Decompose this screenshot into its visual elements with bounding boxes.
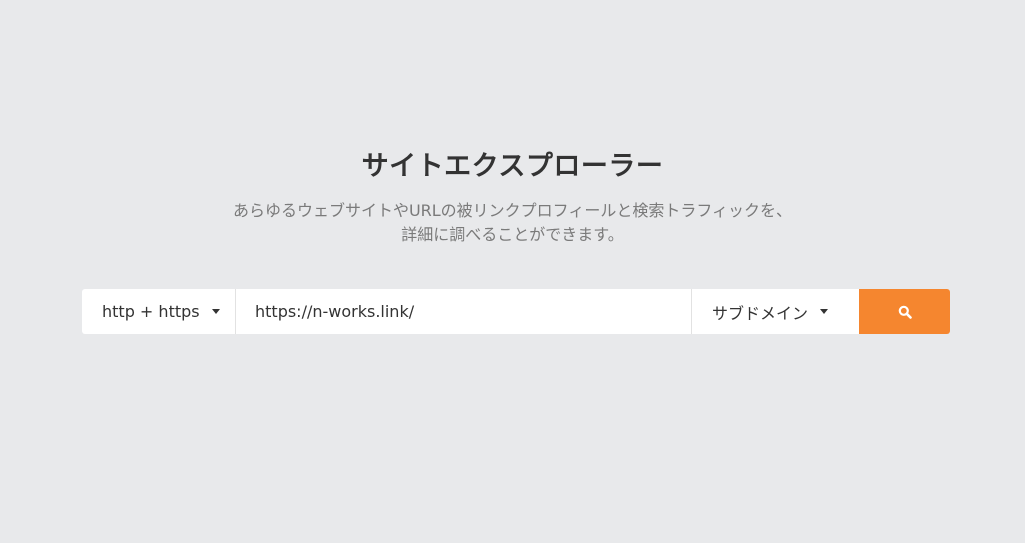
- site-explorer-page: サイトエクスプローラー あらゆるウェブサイトやURLの被リンクプロフィールと検索…: [0, 0, 1025, 543]
- search-button[interactable]: [859, 289, 950, 334]
- search-bar: http + https サブドメイン: [82, 289, 950, 334]
- mode-dropdown-label: サブドメイン: [712, 303, 809, 323]
- protocol-dropdown[interactable]: http + https: [82, 289, 236, 334]
- page-title: サイトエクスプローラー: [361, 151, 664, 182]
- page-subtitle: あらゆるウェブサイトやURLの被リンクプロフィールと検索トラフィックを、 詳細に…: [0, 199, 1025, 247]
- search-icon: [898, 305, 912, 319]
- subtitle-line-1: あらゆるウェブサイトやURLの被リンクプロフィールと検索トラフィックを、: [232, 201, 793, 220]
- mode-dropdown[interactable]: サブドメイン: [691, 289, 859, 334]
- caret-down-icon: [211, 309, 220, 314]
- url-input[interactable]: [236, 289, 691, 334]
- caret-down-icon: [820, 309, 829, 314]
- subtitle-line-2: 詳細に調べることができます。: [401, 225, 624, 244]
- protocol-dropdown-label: http + https: [102, 302, 200, 321]
